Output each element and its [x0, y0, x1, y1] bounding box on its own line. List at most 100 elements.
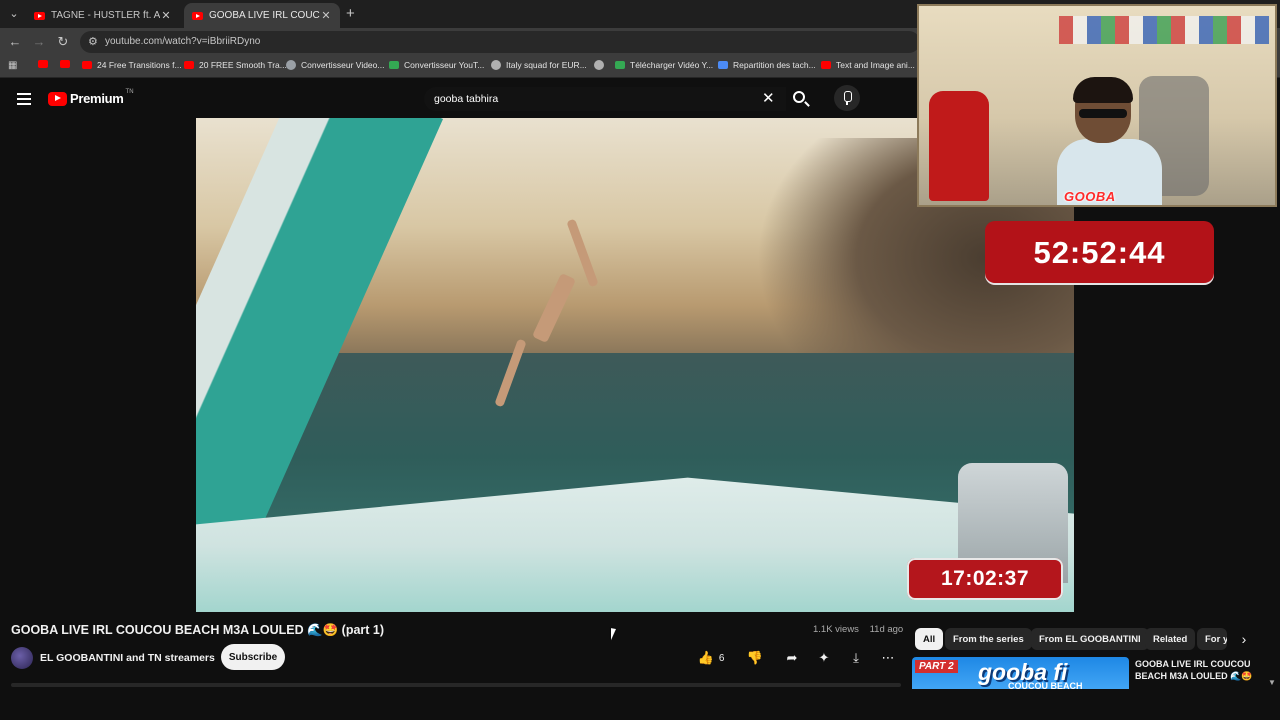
mouse-cursor	[611, 628, 621, 642]
like-button[interactable]: 👍 6	[692, 645, 730, 671]
video-timer-overlay: 17:02:37	[907, 558, 1063, 600]
video-frame-diver	[494, 218, 599, 418]
view-count: 1.1K views	[813, 624, 859, 635]
ask-ai-button[interactable]: ✦	[811, 645, 837, 671]
download-icon	[615, 61, 625, 69]
docs-icon	[718, 61, 728, 69]
chips-next-chevron-icon[interactable]: ›	[1234, 629, 1254, 649]
back-arrow-icon[interactable]: ←	[6, 33, 24, 51]
stream-timer-overlay: 52:52:44	[985, 221, 1214, 285]
bookmark-youtube-2[interactable]	[60, 60, 75, 68]
youtube-icon	[38, 60, 48, 68]
bookmark-label: Télécharger Vidéo Y...	[630, 60, 714, 70]
logo-text: Premium	[70, 91, 124, 106]
bookmark-transitions[interactable]: 24 Free Transitions f...	[82, 60, 182, 70]
apps-grid-icon[interactable]: ▦	[8, 60, 17, 71]
sparkle-icon: ✦	[818, 650, 830, 665]
youtube-favicon-icon	[192, 11, 203, 20]
bookmark-label: Text and Image ani...	[836, 60, 915, 70]
youtube-premium-logo[interactable]: Premium TN	[48, 88, 134, 106]
bookmark-convertisseur-youtube[interactable]: Convertisseur YouT...	[389, 60, 484, 70]
thumbnail-badge: PART 2	[915, 660, 958, 673]
video-timer-text: 17:02:37	[940, 567, 1030, 590]
facecam-red-gaming-chair	[929, 91, 989, 201]
address-bar[interactable]: ⚙ youtube.com/watch?v=iBbriiRDyno	[80, 31, 920, 53]
bookmark-label: Italy squad for EUR...	[506, 60, 587, 70]
subscribe-button[interactable]: Subscribe	[221, 644, 285, 670]
globe-icon	[491, 60, 501, 70]
related-video-title[interactable]: GOOBA LIVE IRL COUCOU BEACH M3A LOULED 🌊…	[1135, 658, 1265, 682]
video-metadata[interactable]: 1.1K views 11d ago	[813, 624, 911, 635]
video-title: GOOBA LIVE IRL COUCOU BEACH M3A LOULED 🌊…	[11, 623, 385, 637]
youtube-play-icon	[48, 91, 67, 106]
thumbs-up-icon: 👍	[697, 650, 714, 665]
site-info-icon[interactable]: ⚙	[88, 35, 98, 48]
bookmark-label: Convertisseur Video...	[301, 60, 385, 70]
tab-search-chevron-icon[interactable]: ⌄	[6, 6, 22, 22]
download-icon: ⤓	[853, 650, 859, 665]
menu-hamburger-icon[interactable]	[17, 93, 31, 105]
channel-avatar[interactable]	[11, 647, 33, 669]
search-icon	[793, 91, 805, 103]
streamer-facecam: GOOBA	[917, 4, 1277, 207]
bookmark-telecharger-video[interactable]: Télécharger Vidéo Y...	[615, 60, 713, 70]
bookmark-text-image[interactable]: Text and Image ani...	[821, 60, 915, 70]
close-tab-icon[interactable]: ✕	[320, 9, 332, 22]
chip-from-the-series[interactable]: From the series	[945, 628, 1032, 650]
youtube-favicon-icon	[34, 11, 45, 20]
globe-icon	[594, 60, 604, 70]
share-arrow-icon: ➦	[786, 650, 798, 665]
chip-related[interactable]: Related	[1145, 628, 1196, 650]
stream-timer-text: 52:52:44	[1033, 235, 1166, 270]
new-tab-plus-icon[interactable]: +	[346, 5, 355, 22]
bookmark-globe[interactable]	[594, 60, 609, 70]
search-button[interactable]	[787, 85, 815, 113]
bookmark-label: 20 FREE Smooth Tra...	[199, 60, 287, 70]
bookmark-label: Repartition des tach...	[733, 60, 816, 70]
related-video-thumbnail[interactable]: PART 2 gooba fi COUCOU BEACH	[912, 657, 1129, 689]
close-tab-icon[interactable]: ✕	[160, 9, 172, 22]
bookmark-italy-squad[interactable]: Italy squad for EUR...	[491, 60, 587, 70]
bookmark-repartition[interactable]: Repartition des tach...	[718, 60, 816, 70]
bookmark-label: 24 Free Transitions f...	[97, 60, 182, 70]
dislike-button[interactable]: 👎	[742, 645, 768, 671]
converter-icon	[389, 61, 399, 69]
google-icon	[286, 60, 296, 70]
url-text[interactable]: youtube.com/watch?v=iBbriiRDyno	[105, 36, 260, 47]
more-horizontal-icon: ⋯	[881, 650, 895, 665]
bookmark-convertisseur-video[interactable]: Convertisseur Video...	[286, 60, 384, 70]
thumbs-down-icon: 👎	[746, 650, 764, 665]
region-code: TN	[125, 88, 134, 95]
bookmark-label: Convertisseur YouT...	[404, 60, 485, 70]
facecam-flags-banner	[1059, 16, 1269, 44]
forward-arrow-icon[interactable]: →	[30, 33, 48, 51]
facecam-name-tag: GOOBA	[1064, 189, 1116, 204]
voice-search-mic-icon[interactable]	[834, 85, 860, 111]
bookmark-youtube-1[interactable]	[38, 60, 53, 68]
chip-for-you[interactable]: For y	[1197, 628, 1227, 650]
youtube-icon	[60, 60, 70, 68]
reload-icon[interactable]: ↻	[54, 33, 72, 51]
thumbnail-subtext: COUCOU BEACH	[1008, 681, 1083, 689]
description-box-edge	[11, 683, 901, 687]
youtube-icon	[821, 61, 831, 69]
youtube-icon	[82, 61, 92, 69]
bookmark-smooth-transitions[interactable]: 20 FREE Smooth Tra...	[184, 60, 287, 70]
channel-name[interactable]: EL GOOBANTINI and TN streamers	[40, 652, 215, 664]
tab-title: TAGNE - HUSTLER ft. A.L.A (OFFI	[51, 10, 160, 21]
youtube-icon	[184, 61, 194, 69]
tab-title: GOOBA LIVE IRL COUCOU BEACH	[209, 10, 320, 21]
tab-tagne-hustler[interactable]: TAGNE - HUSTLER ft. A.L.A (OFFI ✕	[26, 3, 180, 28]
share-button[interactable]: ➦	[779, 645, 805, 671]
tab-gooba-live[interactable]: GOOBA LIVE IRL COUCOU BEACH ✕	[184, 3, 340, 28]
download-button[interactable]: ⤓	[843, 645, 869, 671]
more-actions-button[interactable]: ⋯	[875, 645, 901, 671]
clear-search-icon[interactable]: ✕	[762, 89, 775, 107]
scroll-down-arrow-icon[interactable]: ▼	[1268, 678, 1276, 687]
chip-all[interactable]: All	[915, 628, 944, 650]
search-input[interactable]: gooba tabhira ✕	[424, 87, 786, 111]
chip-from-channel[interactable]: From EL GOOBANTINI	[1031, 628, 1149, 650]
upload-age: 11d ago	[869, 624, 904, 635]
like-count: 6	[718, 652, 725, 664]
search-query-text[interactable]: gooba tabhira	[434, 93, 498, 105]
